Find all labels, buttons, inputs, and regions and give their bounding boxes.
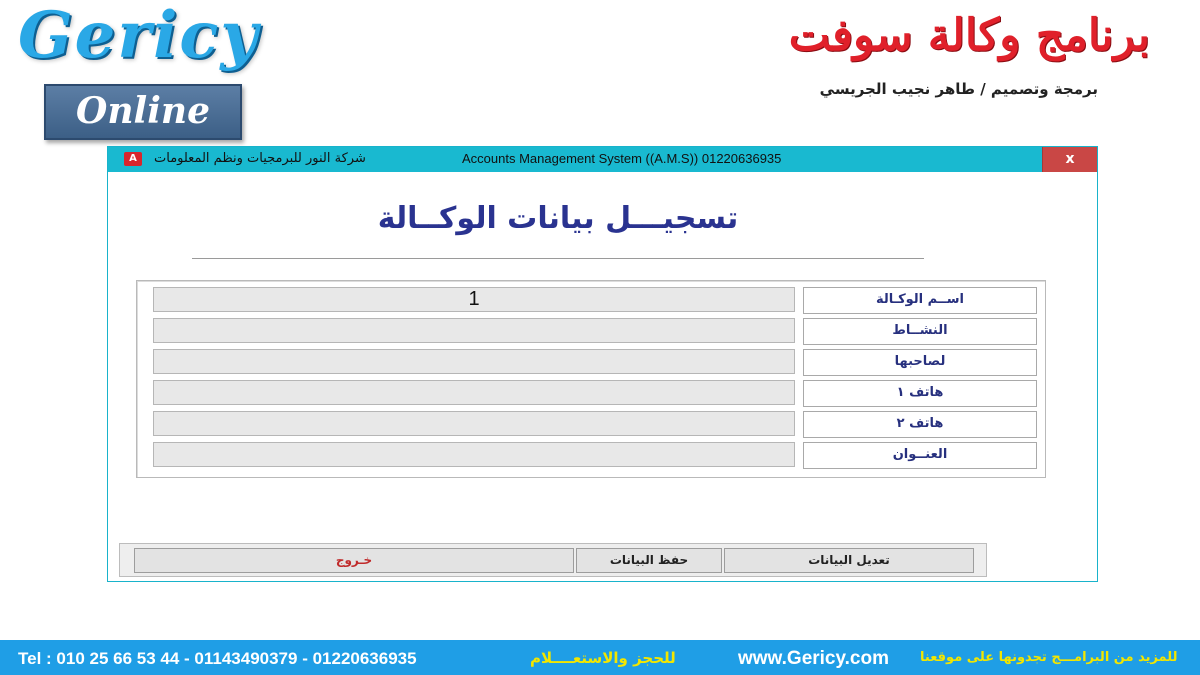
footer-banner: Tel : 010 25 66 53 44 - 01143490379 - 01… bbox=[0, 640, 1200, 675]
activity-input[interactable] bbox=[153, 318, 795, 343]
field-row-address: العنــوان bbox=[153, 442, 1039, 469]
window-title-english: Accounts Management System ((A.M.S)) 012… bbox=[462, 151, 782, 166]
developer-credit: برمجة وتصميم / طاهر نجيب الجريسي bbox=[819, 80, 1098, 98]
close-button[interactable]: x bbox=[1042, 147, 1097, 172]
field-row-phone-2: هاتف ٢ bbox=[153, 411, 1039, 438]
agency-name-label: اســم الوكـالة bbox=[803, 287, 1037, 314]
form-title: تسجيـــل بيانات الوكــالة bbox=[377, 201, 739, 236]
edit-button[interactable]: تعديل البيانات bbox=[724, 548, 974, 573]
phone-1-input[interactable] bbox=[153, 380, 795, 405]
agency-fields-panel: 1 اســم الوكـالة النشــاط لصاحبها هاتف ١… bbox=[136, 280, 1046, 478]
exit-button[interactable]: خـروج bbox=[134, 548, 574, 573]
phone-2-label: هاتف ٢ bbox=[803, 411, 1037, 438]
title-divider bbox=[192, 258, 924, 259]
save-button[interactable]: حفظ البيانات bbox=[576, 548, 722, 573]
footer-more-programs-text: للمزيد من البرامـــج تجدونها على موقعنا bbox=[920, 650, 1178, 665]
phone-2-input[interactable] bbox=[153, 411, 795, 436]
phone-1-label: هاتف ١ bbox=[803, 380, 1037, 407]
window-titlebar[interactable]: A شركة النور للبرمجيات ونظم المعلومات Ac… bbox=[108, 147, 1097, 172]
app-window: A شركة النور للبرمجيات ونظم المعلومات Ac… bbox=[107, 146, 1098, 582]
window-title-arabic: شركة النور للبرمجيات ونظم المعلومات bbox=[154, 151, 366, 166]
field-row-activity: النشــاط bbox=[153, 318, 1039, 345]
address-input[interactable] bbox=[153, 442, 795, 467]
footer-booking-text: للحجز والاستعــــلام bbox=[530, 649, 676, 667]
activity-label: النشــاط bbox=[803, 318, 1037, 345]
program-title-logo: برنامج وكالة سوفت bbox=[788, 10, 1150, 61]
address-label: العنــوان bbox=[803, 442, 1037, 469]
gericy-logo: Gericy bbox=[18, 0, 260, 73]
field-row-phone-1: هاتف ١ bbox=[153, 380, 1039, 407]
field-row-agency-name: 1 اســم الوكـالة bbox=[153, 287, 1039, 314]
app-icon: A bbox=[124, 152, 142, 166]
footer-website-link[interactable]: www.Gericy.com bbox=[738, 648, 889, 670]
button-bar: خـروج حفظ البيانات تعديل البيانات bbox=[119, 543, 987, 577]
online-badge: Online bbox=[44, 84, 242, 140]
footer-phone-numbers: Tel : 010 25 66 53 44 - 01143490379 - 01… bbox=[18, 649, 417, 668]
owner-label: لصاحبها bbox=[803, 349, 1037, 376]
agency-name-input[interactable]: 1 bbox=[153, 287, 795, 312]
owner-input[interactable] bbox=[153, 349, 795, 374]
field-row-owner: لصاحبها bbox=[153, 349, 1039, 376]
